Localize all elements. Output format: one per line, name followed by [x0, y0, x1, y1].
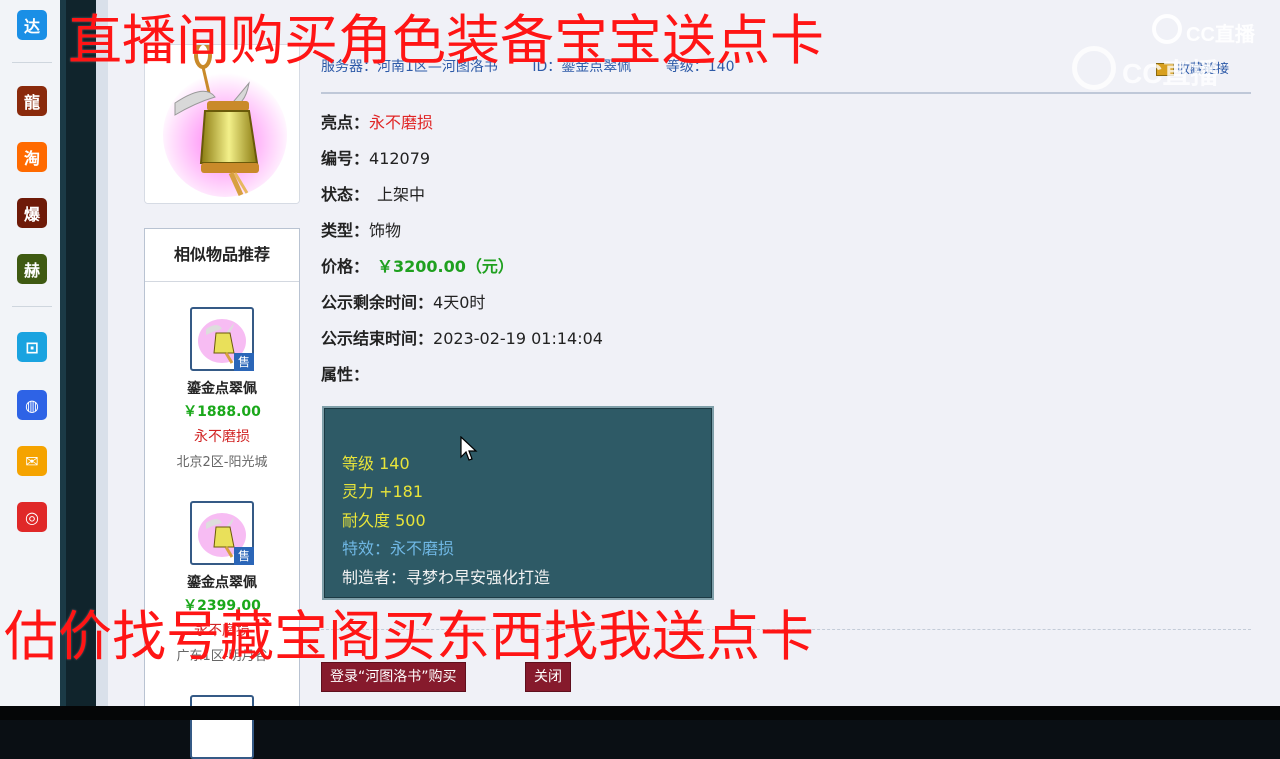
similar-item[interactable]	[145, 695, 299, 759]
similar-item-price: ￥1888.00	[183, 404, 261, 420]
status-value: 上架中	[377, 185, 426, 204]
end-time-row: 公示结束时间：2023-02-19 01:14:04	[321, 325, 603, 349]
number-value: 412079	[369, 149, 431, 168]
cc-logo-watermark-top: CC直播	[1152, 14, 1276, 48]
attributes-label: 属性：	[321, 365, 370, 384]
cc-logo-text: CC直播	[1186, 24, 1255, 46]
attr-maker: 制造者：寻梦わ早安强化打造	[342, 568, 551, 587]
highlight-value: 永不磨损	[369, 113, 434, 132]
type-label: 类型：	[321, 221, 370, 240]
bottom-bar	[0, 706, 1280, 720]
similar-items-title: 相似物品推荐	[145, 229, 299, 282]
remaining-time-value: 4天0时	[433, 293, 486, 312]
type-value: 饰物	[369, 221, 402, 240]
number-label: 编号：	[321, 149, 370, 168]
sale-badge: 售	[234, 353, 254, 371]
cc-logo-icon	[1152, 14, 1182, 44]
end-time-label: 公示结束时间：	[321, 329, 434, 348]
netease-icon[interactable]: ◎	[17, 502, 47, 532]
highlight-label: 亮点：	[321, 113, 370, 132]
window-frame-dark	[60, 0, 96, 706]
similar-item-server: 北京2区-阳光城	[176, 455, 268, 470]
remaining-time-row: 公示剩余时间：4天0时	[321, 289, 485, 313]
mouse-cursor-icon	[460, 436, 478, 461]
price-value: ￥3200.00（元）	[377, 257, 514, 276]
highlight-row: 亮点：永不磨损	[321, 109, 433, 133]
promo-overlay-top: 直播间购买角色装备宝宝送点卡	[68, 9, 824, 72]
attr-effect: 特效：永不磨损	[342, 539, 455, 558]
similar-item-thumbnail[interactable]: 售	[190, 501, 254, 565]
baidu-icon[interactable]: ◍	[17, 390, 47, 420]
promo-overlay-bottom: 估价找号藏宝阁买东西找我送点卡	[4, 605, 814, 668]
sale-badge: 售	[234, 547, 254, 565]
number-row: 编号：412079	[321, 145, 430, 169]
attr-durability: 耐久度 500	[342, 511, 426, 530]
attributes-box: 等级 140 灵力 +181 耐久度 500 特效：永不磨损 制造者：寻梦わ早安…	[322, 406, 714, 600]
type-row: 类型：饰物	[321, 217, 401, 241]
game-long-icon[interactable]: 龍	[17, 86, 47, 116]
status-row: 状态： 上架中	[321, 181, 425, 205]
price-label: 价格：	[321, 257, 370, 276]
frame-stripe	[60, 0, 66, 706]
similar-item[interactable]: 售 鎏金点翠佩 ￥1888.00 永不磨损 北京2区-阳光城	[145, 307, 299, 470]
cc-logo-icon-large	[1072, 46, 1116, 90]
item-detail-page: 相似物品推荐 售 鎏金点翠佩 ￥1888.00 永不磨损 北京2区-阳光城 售 …	[108, 0, 1280, 759]
similar-item-tag: 永不磨损	[194, 429, 250, 445]
end-time-value: 2023-02-19 01:14:04	[433, 329, 603, 348]
game-bao-icon[interactable]: 爆	[17, 198, 47, 228]
attr-level: 等级 140	[342, 454, 410, 473]
attributes-row: 属性：	[321, 361, 369, 385]
taskbar-separator	[12, 62, 52, 63]
mail-icon[interactable]: ✉	[17, 446, 47, 476]
cc-logo-text-large: CC直播	[1122, 58, 1219, 89]
similar-item-name[interactable]: 鎏金点翠佩	[145, 572, 299, 592]
similar-item-name[interactable]: 鎏金点翠佩	[145, 378, 299, 398]
window-frame-light	[96, 0, 108, 706]
game-green-icon[interactable]: 赫	[17, 254, 47, 284]
taskbar-separator	[12, 306, 52, 307]
bilibili-icon[interactable]: ⊡	[17, 332, 47, 362]
status-label: 状态：	[321, 185, 370, 204]
attr-spirit: 灵力 +181	[342, 482, 424, 501]
left-taskbar: 达 龍 淘 爆 赫 ⊡ ◍ ✉ ◎	[0, 0, 61, 706]
taobao-icon[interactable]: 淘	[17, 142, 47, 172]
similar-item-thumbnail[interactable]: 售	[190, 307, 254, 371]
similar-item-thumbnail[interactable]	[190, 695, 254, 759]
da-icon[interactable]: 达	[17, 10, 47, 40]
price-row: 价格： ￥3200.00（元）	[321, 253, 514, 277]
cc-logo-watermark-main: CC直播	[1072, 46, 1248, 94]
remaining-time-label: 公示剩余时间：	[321, 293, 434, 312]
